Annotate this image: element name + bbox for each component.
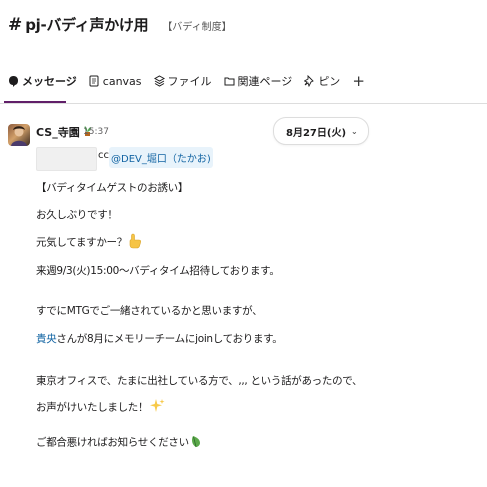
tab-label: canvas <box>102 74 142 88</box>
tab-messages[interactable]: メッセージ <box>8 73 77 89</box>
message-line-text: お声がけいたしました！ <box>36 401 149 414</box>
message-line: お声がけいたしました！ <box>36 398 165 417</box>
user-mention[interactable]: @DEV_堀口（たかお) <box>109 147 213 168</box>
message-icon <box>8 75 19 87</box>
tab-label: 関連ページ <box>237 75 293 88</box>
message-line: お久しぶりです！ <box>36 209 118 221</box>
message-timestamp[interactable]: 15:37 <box>83 127 109 137</box>
canvas-icon <box>89 75 100 87</box>
tab-files[interactable]: ファイル <box>153 73 212 89</box>
folder-icon <box>224 75 235 87</box>
channel-tabs: メッセージ canvas ファイル 関連ページ ピン + <box>8 70 377 92</box>
channel-header: # pj-バディ声かけ用 【バディ制度】 メッセージ canvas ファイル 関… <box>0 0 487 105</box>
message-line: 元気してますかー？ <box>36 233 142 252</box>
channel-name[interactable]: pj-バディ声かけ用 <box>25 14 148 35</box>
message-line: ご都合悪ければお知らせください <box>36 434 202 451</box>
redacted-mention <box>36 147 97 171</box>
avatar[interactable] <box>8 124 30 146</box>
tab-related-pages[interactable]: 関連ページ <box>224 73 293 89</box>
add-tab-button[interactable]: + <box>352 72 365 90</box>
message-line: すでにMTGでご一緒されているかと思いますが、 <box>36 305 263 317</box>
message-line: 東京オフィスで、たまに出社している方で、,,, という話があったので、 <box>36 375 363 387</box>
tab-pins[interactable]: ピン <box>304 73 340 89</box>
files-icon <box>153 75 165 87</box>
sparkles-icon <box>149 398 165 417</box>
header-divider <box>0 103 487 104</box>
message-line: 来週9/3(火)15:00〜バディタイム招待しております。 <box>36 265 280 277</box>
message-line-text: さんが8月にメモリーチームにjoinしております。 <box>56 333 283 345</box>
tab-label: ファイル <box>167 75 212 88</box>
channel-title[interactable]: # pj-バディ声かけ用 【バディ制度】 <box>8 14 232 35</box>
pin-icon <box>304 75 315 87</box>
channel-topic[interactable]: 【バディ制度】 <box>162 18 231 33</box>
plus-icon: + <box>352 72 365 90</box>
message-line: 貴央さんが8月にメモリーチームにjoinしております。 <box>36 331 283 346</box>
sender-name-text: CS_寺園 <box>36 126 80 139</box>
tab-label: ピン <box>318 75 341 88</box>
user-link[interactable]: 貴央 <box>36 333 57 345</box>
channel-hash: # <box>8 15 23 35</box>
chevron-down-icon: ⌄ <box>351 126 358 136</box>
message-line-text: 元気してますかー？ <box>36 236 127 249</box>
date-label: 8月27日(火) <box>286 127 347 139</box>
message-line-text: ご都合悪ければお知らせください <box>36 436 189 449</box>
pointing-hand-icon <box>128 233 142 252</box>
tab-canvas[interactable]: canvas <box>89 75 142 88</box>
message-line: 【バディタイムゲストのお誘い】 <box>36 182 189 194</box>
leaf-icon <box>190 434 202 451</box>
tab-label: メッセージ <box>22 75 77 88</box>
date-divider-button[interactable]: 8月27日(火) ⌄ <box>273 117 369 145</box>
